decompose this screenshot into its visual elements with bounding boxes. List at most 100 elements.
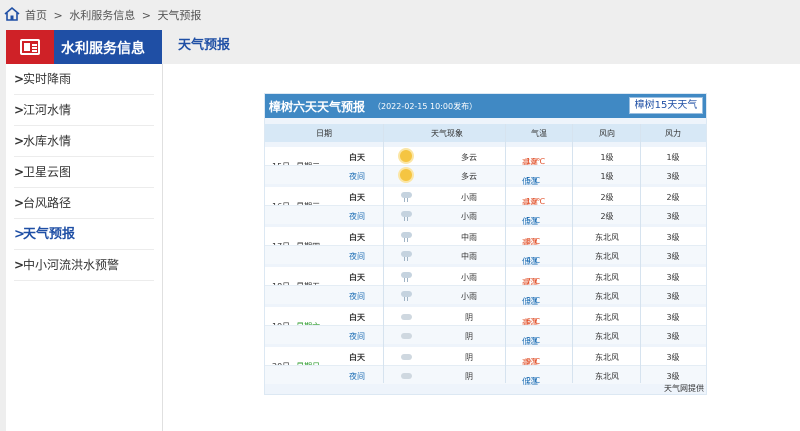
temperature-value: 5℃ <box>526 176 541 185</box>
sidebar-item-label: 实时降雨 <box>23 72 72 86</box>
breadcrumb-separator: > <box>141 9 151 22</box>
wind-force: 3级 <box>666 212 680 221</box>
wind-direction: 东北风 <box>595 252 619 261</box>
wind-force: 3级 <box>666 372 680 381</box>
col-wind-dir: 风向 <box>599 129 615 138</box>
wind-direction: 东北风 <box>595 273 619 282</box>
temperature-value: 5℃ <box>526 216 541 225</box>
top-bar: 首页 > 水利服务信息 > 天气预报 <box>0 0 800 29</box>
sidebar-header-badge <box>6 30 54 64</box>
day-period-label: 白天 <box>349 153 365 162</box>
sidebar-item-label: 中小河流洪水预警 <box>23 258 120 272</box>
chevron-right-icon: > <box>14 134 25 148</box>
page-title: 天气预报 <box>178 38 231 53</box>
fifteen-day-button[interactable]: 樟树15天天气 <box>629 97 703 114</box>
wind-direction: 2级 <box>600 193 614 202</box>
temperature-value: 3℃ <box>526 336 541 345</box>
cloud-icon <box>400 369 412 381</box>
cloud-icon <box>400 329 412 341</box>
col-temp: 气温 <box>531 129 547 138</box>
chevron-right-icon: > <box>14 165 25 179</box>
weather-phenomenon: 中雨 <box>461 252 477 261</box>
sidebar-item[interactable]: >水库水情 <box>14 126 154 157</box>
chevron-right-icon: > <box>14 258 25 272</box>
temperature-value: 2℃ <box>526 376 541 385</box>
breadcrumb-level1[interactable]: 水利服务信息 <box>69 7 135 23</box>
weather-phenomenon: 阴 <box>465 353 473 362</box>
col-wind-force: 风力 <box>665 129 681 138</box>
rain-icon <box>400 190 412 202</box>
weather-phenomenon: 多云 <box>461 172 477 181</box>
home-icon[interactable] <box>4 6 20 22</box>
weather-phenomenon: 小雨 <box>461 292 477 301</box>
wind-direction: 2级 <box>600 212 614 221</box>
sidebar-item[interactable]: >江河水情 <box>14 95 154 126</box>
wind-direction: 东北风 <box>595 332 619 341</box>
wind-direction: 1级 <box>600 153 614 162</box>
wind-force: 3级 <box>666 332 680 341</box>
breadcrumb-home[interactable]: 首页 <box>25 7 47 23</box>
wind-force: 3级 <box>666 172 680 181</box>
column-divider <box>640 124 641 383</box>
temperature-value: 4℃ <box>526 256 541 265</box>
sidebar-item-label: 台风路径 <box>23 196 72 210</box>
chevron-right-icon: > <box>14 103 25 117</box>
day-period-label: 白天 <box>349 193 365 202</box>
weather-phenomenon: 阴 <box>465 372 473 381</box>
wind-direction: 东北风 <box>595 353 619 362</box>
column-divider <box>572 124 573 383</box>
wind-force: 3级 <box>666 292 680 301</box>
night-period-label: 夜间 <box>349 252 365 261</box>
wind-force: 3级 <box>666 353 680 362</box>
forecast-panel: 樟树六天天气预报 （2022-02-15 10:00发布） 樟树15天天气 日期… <box>264 93 707 395</box>
rain-icon <box>400 249 412 261</box>
rain-icon <box>400 289 412 301</box>
day-period-label: 白天 <box>349 273 365 282</box>
col-date: 日期 <box>316 129 332 138</box>
night-period-label: 夜间 <box>349 292 365 301</box>
day-period-label: 白天 <box>349 353 365 362</box>
breadcrumb: 首页 > 水利服务信息 > 天气预报 <box>25 7 201 23</box>
night-period-label: 夜间 <box>349 332 365 341</box>
sidebar-item[interactable]: >天气预报 <box>14 219 154 250</box>
weather-phenomenon: 阴 <box>465 332 473 341</box>
wind-force: 3级 <box>666 313 680 322</box>
weather-phenomenon: 小雨 <box>461 273 477 282</box>
sidebar-header: 水利服务信息 <box>6 30 162 64</box>
weather-phenomenon: 小雨 <box>461 193 477 202</box>
night-period-label: 夜间 <box>349 212 365 221</box>
wind-direction: 东北风 <box>595 372 619 381</box>
news-icon <box>20 39 40 55</box>
weather-phenomenon: 多云 <box>461 153 477 162</box>
col-phenomenon: 天气现象 <box>431 129 463 138</box>
sidebar-item[interactable]: >台风路径 <box>14 188 154 219</box>
breadcrumb-current: 天气预报 <box>157 9 202 22</box>
day-period-label: 白天 <box>349 233 365 242</box>
rain-icon <box>400 209 412 221</box>
sidebar-item-label: 卫星云图 <box>23 165 72 179</box>
sidebar-item[interactable]: >中小河流洪水预警 <box>14 250 154 281</box>
sidebar-item-label: 水库水情 <box>23 134 72 148</box>
wind-force: 3级 <box>666 233 680 242</box>
source-credit: 天气网提供 <box>664 384 704 393</box>
wind-direction: 1级 <box>600 172 614 181</box>
weather-phenomenon: 阴 <box>465 313 473 322</box>
wind-force: 2级 <box>666 193 680 202</box>
chevron-right-icon: > <box>14 72 25 86</box>
wind-direction: 东北风 <box>595 292 619 301</box>
sidebar-item[interactable]: >卫星云图 <box>14 157 154 188</box>
sidebar-item[interactable]: >实时降雨 <box>14 64 154 95</box>
wind-force: 3级 <box>666 273 680 282</box>
sidebar-item-label: 天气预报 <box>23 227 76 242</box>
night-period-label: 夜间 <box>349 372 365 381</box>
chevron-right-icon: > <box>14 196 25 210</box>
wind-direction: 东北风 <box>595 233 619 242</box>
wind-force: 1级 <box>666 153 680 162</box>
rain-icon <box>400 270 412 282</box>
temperature-value: 3℃ <box>526 296 541 305</box>
weather-phenomenon: 小雨 <box>461 212 477 221</box>
chevron-right-icon: > <box>14 227 25 242</box>
breadcrumb-separator: > <box>53 9 63 22</box>
sidebar: >实时降雨 >江河水情 >水库水情 >卫星云图 >台风路径 >天气预报 >中小河流洪水预警 <box>6 64 163 431</box>
cloud-icon <box>400 310 412 322</box>
